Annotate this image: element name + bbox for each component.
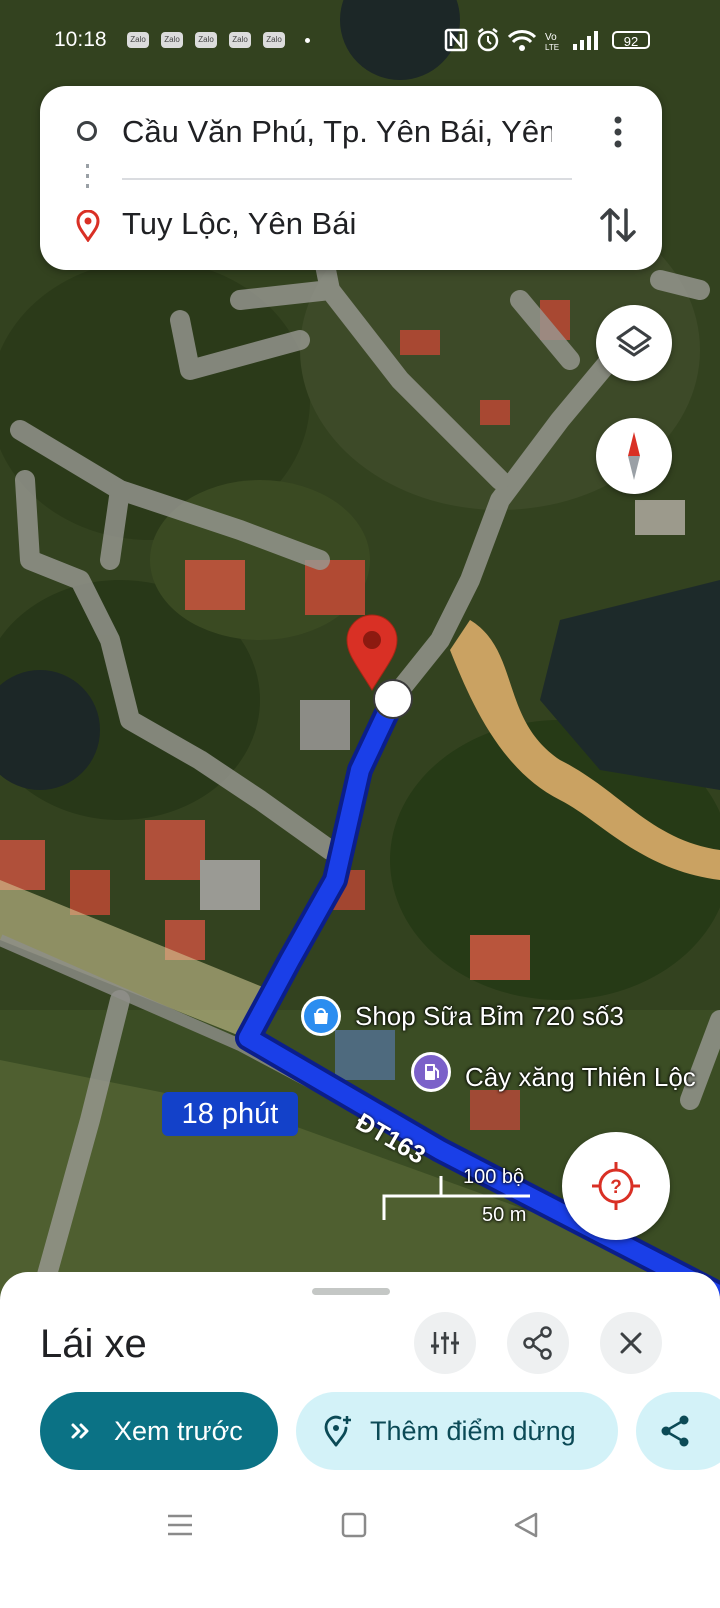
route-connector	[86, 164, 89, 194]
sheet-title: Lái xe	[40, 1322, 147, 1366]
recenter-button[interactable]: ?	[562, 1132, 670, 1240]
home-icon	[341, 1512, 367, 1538]
tune-icon	[431, 1332, 459, 1354]
swap-direction-icon[interactable]	[596, 202, 640, 248]
location-unknown-icon: ?	[592, 1162, 640, 1210]
origin-circle-icon	[77, 121, 97, 141]
double-chevron-right-icon	[71, 1423, 89, 1439]
add-location-icon	[324, 1415, 351, 1447]
back-icon	[514, 1512, 538, 1538]
svg-text:LTE: LTE	[545, 43, 559, 52]
origin-field[interactable]: Cầu Văn Phú, Tp. Yên Bái, Yên...	[122, 114, 552, 150]
menu-icon	[168, 1514, 192, 1536]
share-icon	[523, 1326, 552, 1360]
preview-label: Xem trước	[114, 1416, 243, 1446]
divider	[122, 178, 572, 180]
route-options-button[interactable]	[414, 1312, 476, 1374]
alarm-icon	[477, 28, 499, 52]
add-stop-button[interactable]: Thêm điểm dừng	[296, 1392, 618, 1470]
wifi-icon	[507, 30, 537, 51]
destination-pin-icon	[76, 210, 100, 242]
more-options-icon[interactable]	[602, 110, 634, 154]
svg-text:Vo: Vo	[545, 32, 557, 43]
directions-card: Cầu Văn Phú, Tp. Yên Bái, Yên... Tuy Lộc…	[40, 86, 662, 270]
drag-handle[interactable]	[312, 1288, 390, 1295]
close-button[interactable]	[600, 1312, 662, 1374]
destination-field[interactable]: Tuy Lộc, Yên Bái	[122, 206, 356, 242]
battery-icon: 92	[612, 31, 650, 49]
share-button[interactable]	[636, 1392, 720, 1470]
layers-button[interactable]	[596, 305, 672, 381]
share-route-button[interactable]	[507, 1312, 569, 1374]
add-stop-label: Thêm điểm dừng	[370, 1416, 576, 1446]
status-bar: 10:18 Zalo Zalo Zalo Zalo Zalo Vo LTE 92	[0, 0, 720, 80]
svg-text:?: ?	[610, 1177, 622, 1198]
scale-imperial-label: 100 bộ	[463, 1166, 525, 1188]
system-nav-bar	[168, 1512, 538, 1538]
preview-button[interactable]: Xem trước	[40, 1392, 278, 1470]
layers-icon	[616, 325, 652, 357]
share-icon	[661, 1415, 689, 1447]
compass-button[interactable]	[596, 418, 672, 494]
signal-icon	[573, 31, 598, 50]
close-icon	[620, 1332, 642, 1354]
volte-icon: VoLTE	[545, 32, 559, 52]
compass-icon	[628, 432, 640, 480]
scale-metric-label: 50 m	[482, 1204, 527, 1226]
nfc-icon	[444, 28, 468, 52]
